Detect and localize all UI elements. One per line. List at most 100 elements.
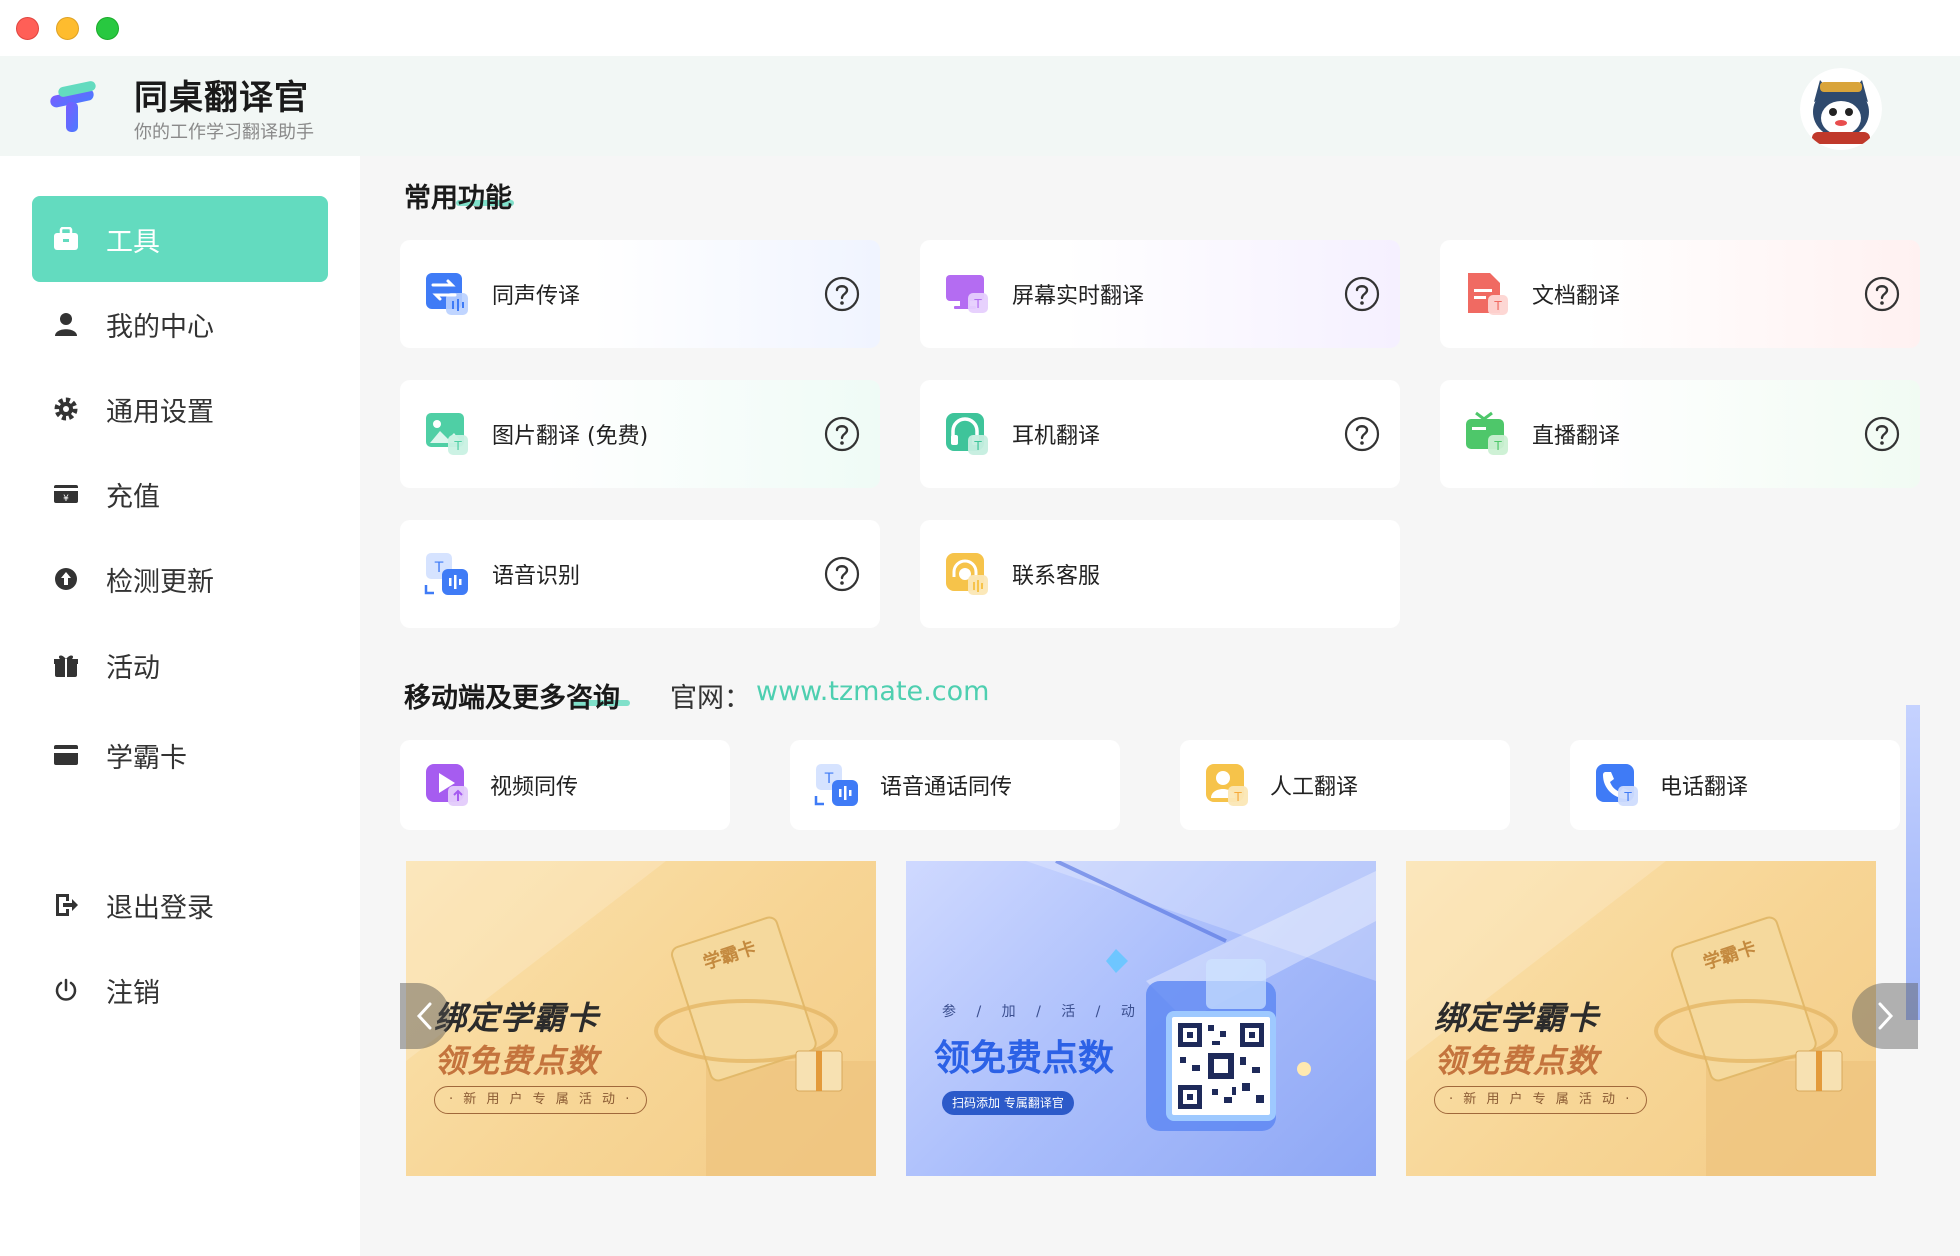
card-screen-translation[interactable]: T 屏幕实时翻译 (920, 240, 1400, 348)
card-headphone-translation[interactable]: T 耳机翻译 (920, 380, 1400, 488)
sidebar-item-study-card[interactable]: 学霸卡 (32, 712, 328, 798)
help-icon[interactable] (1864, 416, 1900, 452)
svg-text:T: T (973, 297, 982, 311)
briefcase-icon (52, 225, 80, 253)
help-icon[interactable] (1344, 416, 1380, 452)
card-label: 图片翻译 (免费) (492, 424, 649, 449)
card-label: 文档翻译 (1532, 284, 1621, 309)
gear-icon (52, 395, 80, 423)
card-label: 语音通话同传 (880, 775, 1013, 800)
sidebar: 工具 我的中心 通用设置 ¥ 充值 检测更新 活动 学霸卡 退出登录 注销 (0, 156, 360, 1256)
svg-text:T: T (973, 439, 982, 453)
card-document-translation[interactable]: T 文档翻译 (1440, 240, 1920, 348)
minimize-window-button[interactable] (56, 17, 79, 40)
sidebar-item-activity[interactable]: 活动 (32, 622, 328, 708)
sidebar-item-settings[interactable]: 通用设置 (32, 366, 328, 452)
banner-title: 绑定学霸卡 (434, 999, 600, 1037)
help-icon[interactable] (824, 416, 860, 452)
sidebar-item-label: 学霸卡 (106, 742, 187, 774)
svg-text:T: T (1493, 439, 1502, 453)
banner-badge: 扫码添加 专属翻译官 (942, 1091, 1074, 1115)
chevron-right-icon (1878, 1002, 1894, 1030)
card-human-translation[interactable]: T 人工翻译 (1180, 740, 1510, 830)
banner-study-card-2[interactable]: 学霸卡 绑定学霸卡 领免费点数 · 新 用 户 专 属 活 动 · (1406, 861, 1876, 1176)
document-icon: T (1468, 273, 1508, 315)
card-phone-translation[interactable]: T 电话翻译 (1570, 740, 1900, 830)
help-icon[interactable] (1344, 276, 1380, 312)
card-live-translation[interactable]: T 直播翻译 (1440, 380, 1920, 488)
banner-join-activity[interactable]: 参 / 加 / 活 / 动 领免费点数 扫码添加 专属翻译官 (906, 861, 1376, 1176)
mobile-section-title: 移动端及更多咨询 (404, 683, 620, 714)
svg-text:T: T (1493, 299, 1502, 313)
sidebar-item-label: 退出登录 (106, 892, 214, 924)
card-label: 直播翻译 (1532, 424, 1621, 449)
service-icon (946, 553, 988, 595)
carousel-next-button[interactable] (1852, 983, 1918, 1049)
headphone-icon: T (946, 413, 988, 455)
card-image-translation[interactable]: T 图片翻译 (免费) (400, 380, 880, 488)
sidebar-item-label: 注销 (106, 977, 160, 1009)
interpret-icon (426, 273, 468, 315)
banner-next-peek (1906, 705, 1920, 1020)
power-icon (52, 976, 80, 1004)
sidebar-item-check-update[interactable]: 检测更新 (32, 536, 328, 622)
card-label: 耳机翻译 (1012, 424, 1101, 449)
app-logo-icon (50, 81, 96, 132)
chevron-left-icon (416, 1002, 432, 1030)
zoom-window-button[interactable] (96, 17, 119, 40)
svg-text:T: T (1623, 790, 1632, 804)
upload-icon (52, 565, 80, 593)
sidebar-item-label: 工具 (106, 226, 160, 258)
logout-icon (52, 891, 80, 919)
banner-caption: 参 / 加 / 活 / 动 (942, 1004, 1143, 1020)
banner-subtitle: 领免费点数 (434, 1042, 600, 1080)
card-label: 视频同传 (490, 775, 579, 800)
sidebar-item-label: 活动 (106, 652, 160, 684)
banner-badge: · 新 用 户 专 属 活 动 · (1434, 1086, 1648, 1114)
banner-study-card[interactable]: 学霸卡 绑定学霸卡 领免费点数 · 新 用 户 专 属 活 动 · (406, 861, 876, 1176)
card-simultaneous-interpretation[interactable]: 同声传译 (400, 240, 880, 348)
svg-text:T: T (1233, 790, 1242, 804)
image-icon: T (426, 413, 468, 455)
banner-title: 绑定学霸卡 (1434, 999, 1600, 1037)
help-icon[interactable] (1864, 276, 1900, 312)
card-video-interpretation[interactable]: 视频同传 (400, 740, 730, 830)
user-avatar[interactable] (1800, 68, 1882, 150)
help-icon[interactable] (824, 276, 860, 312)
sidebar-item-deactivate[interactable]: 注销 (32, 947, 328, 1033)
card-label: 电话翻译 (1660, 775, 1749, 800)
banner-title: 领免费点数 (934, 1038, 1115, 1079)
qr-code (1166, 1011, 1276, 1121)
app-title: 同桌翻译官 (134, 78, 309, 118)
official-site-link[interactable]: www.tzmate.com (756, 676, 989, 707)
sidebar-item-tools[interactable]: 工具 (32, 196, 328, 282)
svg-text:¥: ¥ (63, 494, 69, 504)
card-voice-recognition[interactable]: T 语音识别 (400, 520, 880, 628)
app-header: 同桌翻译官 你的工作学习翻译助手 (0, 56, 1960, 156)
common-features-title: 常用功能 (404, 183, 512, 214)
sidebar-item-label: 我的中心 (106, 311, 214, 343)
gift-icon (52, 651, 80, 679)
close-window-button[interactable] (16, 17, 39, 40)
card-contact-service[interactable]: 联系客服 (920, 520, 1400, 628)
voice-icon: T (424, 553, 468, 595)
card-label: 人工翻译 (1270, 775, 1359, 800)
sidebar-item-my-center[interactable]: 我的中心 (32, 281, 328, 367)
phone-icon: T (1596, 764, 1638, 806)
human-icon: T (1206, 764, 1248, 806)
sidebar-item-recharge[interactable]: ¥ 充值 (32, 451, 328, 537)
svg-text:T: T (453, 439, 462, 453)
card-label: 屏幕实时翻译 (1012, 284, 1145, 309)
app-subtitle: 你的工作学习翻译助手 (134, 122, 314, 143)
live-icon: T (1466, 411, 1508, 455)
banner-badge: · 新 用 户 专 属 活 动 · (434, 1086, 648, 1114)
screen-icon: T (946, 275, 988, 313)
card-voice-call-interpretation[interactable]: T 语音通话同传 (790, 740, 1120, 830)
card-label: 同声传译 (492, 284, 581, 309)
card-icon (52, 741, 80, 769)
official-site-label: 官网： (670, 683, 751, 714)
help-icon[interactable] (824, 556, 860, 592)
card-label: 联系客服 (1012, 564, 1101, 589)
sidebar-item-logout[interactable]: 退出登录 (32, 862, 328, 948)
window-titlebar (0, 0, 1960, 56)
